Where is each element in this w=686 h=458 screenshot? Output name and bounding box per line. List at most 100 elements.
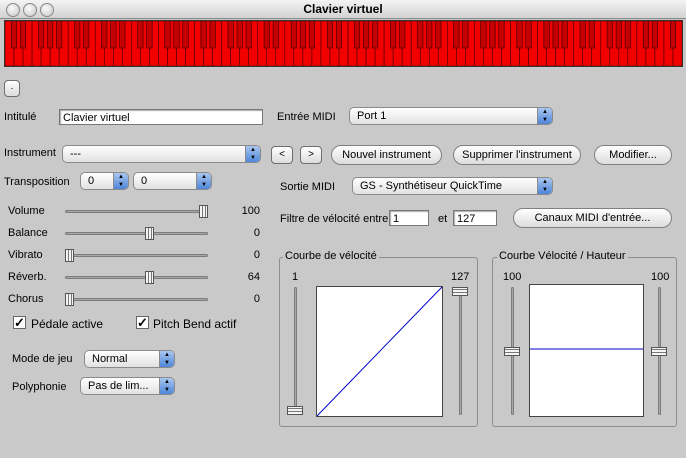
slider-track bbox=[65, 276, 208, 279]
entree-midi-value: Port 1 bbox=[357, 110, 387, 122]
instrument-select[interactable]: --- ▲ ▼ bbox=[62, 145, 261, 163]
minimize-icon[interactable] bbox=[23, 3, 37, 17]
slider-label: Réverb. bbox=[8, 271, 47, 283]
black-key bbox=[182, 21, 189, 49]
popup-arrows-icon: ▲ ▼ bbox=[196, 173, 211, 189]
black-key bbox=[119, 21, 126, 49]
transposition-label: Transposition bbox=[4, 176, 70, 188]
intitule-label: Intitulé bbox=[4, 111, 37, 123]
sortie-midi-label: Sortie MIDI bbox=[280, 181, 336, 193]
sortie-midi-select[interactable]: GS - Synthétiseur QuickTime ▲ ▼ bbox=[352, 177, 553, 195]
black-key bbox=[354, 21, 361, 49]
slider-label: Chorus bbox=[8, 293, 44, 305]
velocity-curve-line bbox=[317, 287, 442, 416]
courbe-hauteur-left-slider[interactable] bbox=[504, 347, 520, 356]
nouvel-instrument-button[interactable]: Nouvel instrument bbox=[331, 145, 442, 165]
black-key bbox=[399, 21, 406, 49]
courbe-velocite-plot bbox=[316, 286, 443, 417]
next-label: > bbox=[308, 149, 314, 160]
slider-track bbox=[65, 210, 208, 213]
courbe-velocite-right-slider[interactable] bbox=[452, 287, 468, 296]
black-key bbox=[552, 21, 559, 49]
slider-thumb[interactable] bbox=[199, 205, 208, 218]
black-key bbox=[335, 21, 342, 49]
black-key bbox=[516, 21, 523, 49]
previous-label: < bbox=[279, 149, 285, 160]
slider-label: Vibrato bbox=[8, 249, 43, 261]
courbe-hauteur-left-value: 100 bbox=[503, 271, 522, 283]
courbe-velocite-right-track bbox=[459, 287, 462, 415]
courbe-hauteur-plot bbox=[529, 284, 644, 417]
close-icon[interactable] bbox=[6, 3, 20, 17]
window-title: Clavier virtuel bbox=[303, 2, 383, 16]
popup-arrows-icon: ▲ ▼ bbox=[537, 178, 552, 194]
slider-value: 0 bbox=[253, 293, 260, 305]
pitch-bend-checkbox[interactable]: ✓ bbox=[136, 316, 149, 329]
black-key bbox=[390, 21, 397, 49]
supprimer-instrument-button[interactable]: Supprimer l'instrument bbox=[453, 145, 581, 165]
black-key bbox=[624, 21, 631, 49]
pitch-bend-label: Pitch Bend actif bbox=[153, 317, 237, 331]
black-key bbox=[110, 21, 117, 49]
entree-midi-label: Entrée MIDI bbox=[277, 111, 336, 123]
slider-value: 0 bbox=[253, 227, 260, 239]
intitule-field[interactable]: Clavier virtuel bbox=[59, 109, 263, 125]
mode-de-jeu-value: Normal bbox=[92, 353, 128, 365]
previous-instrument-button[interactable]: < bbox=[271, 146, 293, 164]
courbe-hauteur-title: Courbe Vélocité / Hauteur bbox=[497, 250, 628, 262]
black-key bbox=[299, 21, 306, 49]
slider-thumb[interactable] bbox=[65, 249, 74, 262]
canaux-midi-button[interactable]: Canaux MIDI d'entrée... bbox=[513, 208, 672, 228]
black-key bbox=[245, 21, 252, 49]
black-key bbox=[453, 21, 460, 49]
modifier-button[interactable]: Modifier... bbox=[594, 145, 672, 165]
small-button[interactable]: · bbox=[4, 80, 20, 97]
courbe-velocite-left-value: 1 bbox=[292, 271, 299, 283]
mode-de-jeu-select[interactable]: Normal ▲ ▼ bbox=[84, 350, 175, 368]
black-key bbox=[669, 21, 676, 49]
instrument-value: --- bbox=[70, 148, 81, 160]
black-key bbox=[146, 21, 153, 49]
courbe-velocite-left-track bbox=[294, 287, 297, 415]
next-instrument-button[interactable]: > bbox=[300, 146, 322, 164]
slider-thumb[interactable] bbox=[145, 227, 154, 240]
slider-thumb[interactable] bbox=[65, 293, 74, 306]
black-key bbox=[137, 21, 144, 49]
polyphonie-value: Pas de lim... bbox=[88, 380, 149, 392]
black-key bbox=[47, 21, 54, 49]
black-key bbox=[236, 21, 243, 49]
pedale-active-label: Pédale active bbox=[31, 317, 104, 331]
black-key bbox=[462, 21, 469, 49]
slider-track bbox=[65, 232, 208, 235]
black-key bbox=[372, 21, 379, 49]
transposition-octave-select[interactable]: 0 ▲ ▼ bbox=[80, 172, 129, 190]
small-button-label: · bbox=[10, 83, 14, 94]
zoom-icon[interactable] bbox=[40, 3, 54, 17]
black-key bbox=[74, 21, 81, 49]
black-key bbox=[308, 21, 315, 49]
entree-midi-select[interactable]: Port 1 ▲ ▼ bbox=[349, 107, 553, 125]
courbe-hauteur-right-slider[interactable] bbox=[651, 347, 667, 356]
black-key bbox=[56, 21, 63, 49]
black-key bbox=[363, 21, 370, 49]
polyphonie-select[interactable]: Pas de lim... ▲ ▼ bbox=[80, 377, 175, 395]
black-key bbox=[173, 21, 180, 49]
piano-keyboard[interactable] bbox=[4, 20, 683, 67]
filtre-min-field[interactable]: 1 bbox=[389, 210, 429, 226]
filtre-velocite-label: Filtre de vélocité entre bbox=[280, 213, 389, 225]
transposition-semitone-select[interactable]: 0 ▲ ▼ bbox=[133, 172, 212, 190]
black-key bbox=[11, 21, 18, 49]
filtre-max-field[interactable]: 127 bbox=[453, 210, 497, 226]
courbe-velocite-left-slider[interactable] bbox=[287, 406, 303, 415]
black-key bbox=[38, 21, 45, 49]
black-key bbox=[20, 21, 27, 49]
piano-keys[interactable] bbox=[5, 21, 682, 66]
pedale-active-checkbox[interactable]: ✓ bbox=[13, 316, 26, 329]
black-key bbox=[326, 21, 333, 49]
slider-thumb[interactable] bbox=[145, 271, 154, 284]
black-key bbox=[101, 21, 108, 49]
black-key bbox=[606, 21, 613, 49]
popup-arrows-icon: ▲ ▼ bbox=[159, 351, 174, 367]
black-key bbox=[435, 21, 442, 49]
mode-de-jeu-label: Mode de jeu bbox=[12, 353, 73, 365]
